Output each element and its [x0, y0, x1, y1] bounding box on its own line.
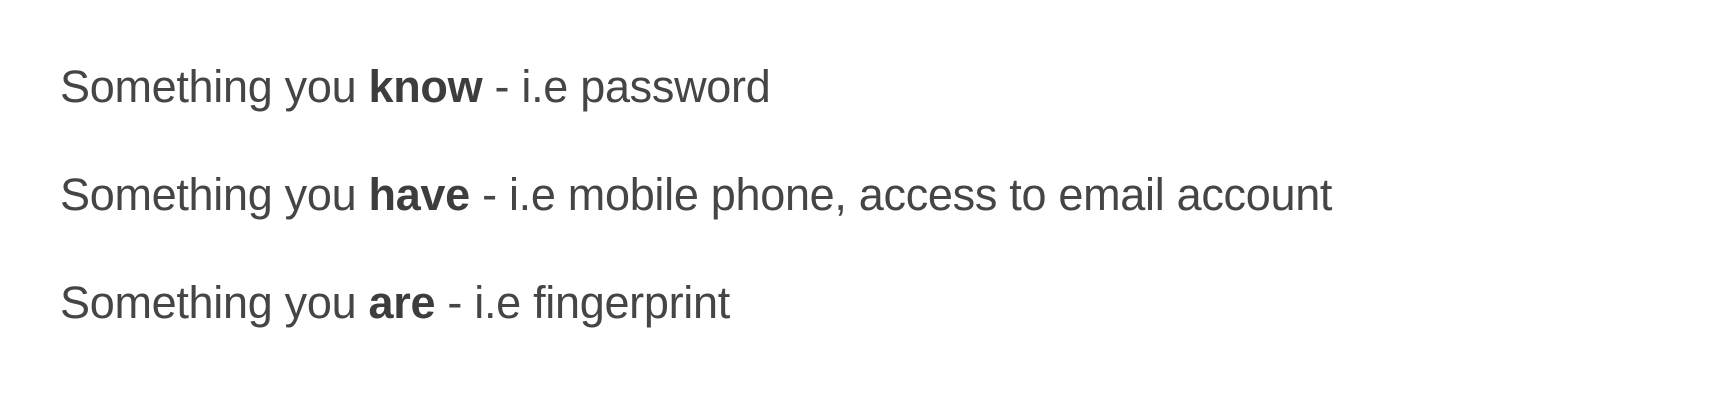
factor-prefix: Something you — [60, 61, 369, 112]
factor-suffix: - i.e mobile phone, access to email acco… — [469, 169, 1333, 220]
factor-keyword: have — [368, 169, 471, 220]
factor-keyword: are — [368, 277, 436, 328]
factor-prefix: Something you — [60, 169, 369, 220]
factor-suffix: - i.e fingerprint — [435, 277, 730, 328]
factor-know: Something you know - i.e password — [60, 62, 1332, 112]
factor-have: Something you have - i.e mobile phone, a… — [60, 170, 1332, 220]
factor-are: Something you are - i.e fingerprint — [60, 278, 1332, 328]
authentication-factors-list: Something you know - i.e password Someth… — [60, 62, 1332, 328]
factor-keyword: know — [368, 61, 483, 112]
factor-suffix: - i.e password — [482, 61, 771, 112]
factor-prefix: Something you — [60, 277, 369, 328]
